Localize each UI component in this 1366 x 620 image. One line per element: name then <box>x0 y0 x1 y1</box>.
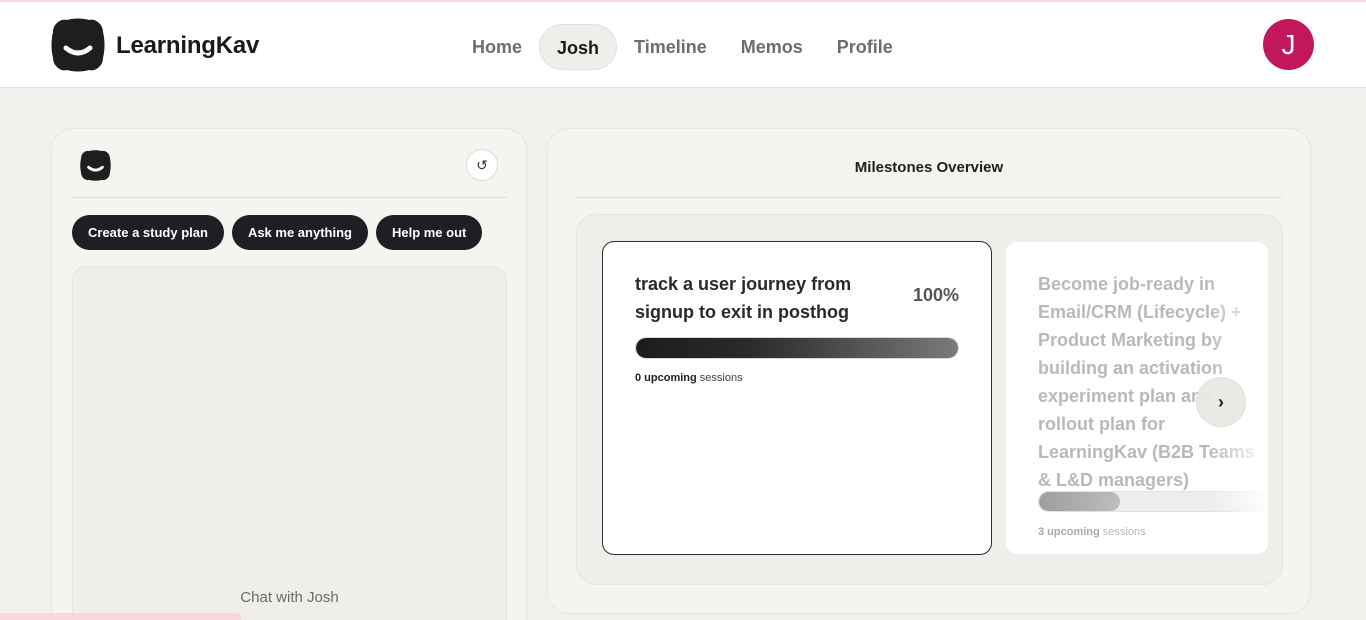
milestone-title: track a user journey from signup to exit… <box>635 274 852 322</box>
help-me-out-button[interactable]: Help me out <box>375 215 483 250</box>
nav-timeline[interactable]: Timeline <box>617 24 724 70</box>
create-study-plan-button[interactable]: Create a study plan <box>72 215 224 250</box>
bottom-pink-bar <box>0 613 241 620</box>
upcoming-sessions: 0 upcoming sessions <box>635 372 743 384</box>
refresh-chat-button[interactable]: ↺ <box>466 149 498 181</box>
refresh-icon: ↺ <box>476 157 488 173</box>
milestone-progress-fill <box>636 338 958 358</box>
divider <box>576 197 1282 198</box>
milestones-carousel: track a user journey from signup to exit… <box>576 214 1283 585</box>
next-milestone-button[interactable]: › <box>1196 377 1246 427</box>
app-header: LearningKav Home Josh Timeline Memos Pro… <box>0 2 1366 88</box>
milestone-progress-fill <box>1039 492 1120 511</box>
milestone-progress-bar <box>635 337 959 359</box>
sessions-label: sessions <box>1102 526 1146 538</box>
chat-messages-area[interactable]: Chat with Josh <box>72 266 507 620</box>
user-avatar[interactable]: J <box>1263 19 1314 70</box>
chat-empty-label: Chat with Josh <box>240 589 339 606</box>
milestones-title: Milestones Overview <box>854 159 1004 176</box>
quick-prompts: Create a study plan Ask me anything Help… <box>72 215 483 250</box>
learningkav-logo[interactable] <box>51 18 105 72</box>
milestone-card[interactable]: track a user journey from signup to exit… <box>602 241 992 555</box>
milestones-panel: Milestones Overview track a user journey… <box>547 128 1311 614</box>
chevron-right-icon: › <box>1218 392 1224 412</box>
sessions-label: sessions <box>699 372 743 384</box>
upcoming-count: 0 upcoming <box>635 372 697 384</box>
divider <box>72 197 507 198</box>
ask-me-anything-button[interactable]: Ask me anything <box>231 215 368 250</box>
brand-name: LearningKav <box>116 32 260 59</box>
milestone-percent: 100% <box>912 285 959 305</box>
nav-memos[interactable]: Memos <box>724 24 820 70</box>
upcoming-count: 3 upcoming <box>1038 526 1100 538</box>
main-nav: Home Josh Timeline Memos Profile <box>455 24 910 70</box>
chat-panel: ↺ Create a study plan Ask me anything He… <box>51 128 527 620</box>
upcoming-sessions: 3 upcoming sessions <box>1038 526 1146 538</box>
nav-home[interactable]: Home <box>455 24 539 70</box>
assistant-logo-icon <box>80 150 111 181</box>
nav-josh[interactable]: Josh <box>539 24 618 70</box>
nav-profile[interactable]: Profile <box>820 24 910 70</box>
